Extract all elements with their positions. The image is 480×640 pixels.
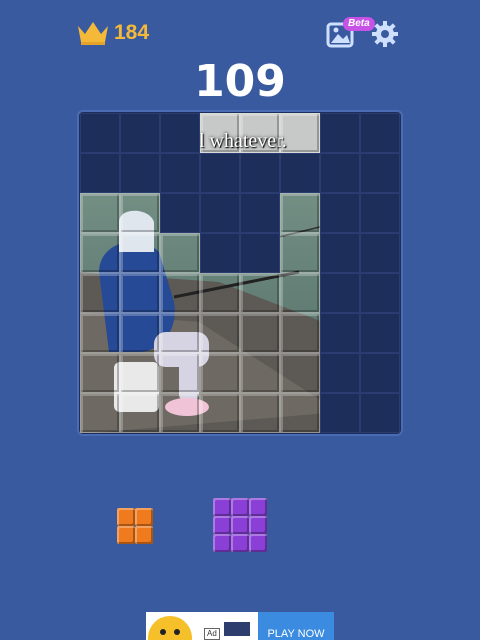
piece-block bbox=[117, 526, 135, 544]
board-cell-empty[interactable] bbox=[360, 153, 400, 193]
board-cell-empty[interactable] bbox=[320, 113, 360, 153]
ad-badge: Ad bbox=[204, 628, 220, 640]
board-cell-empty[interactable] bbox=[200, 153, 240, 193]
board-cell-filled[interactable] bbox=[240, 393, 280, 433]
board-cell-empty[interactable] bbox=[200, 233, 240, 273]
board-cell-filled[interactable] bbox=[80, 313, 120, 353]
ad-play-now-button[interactable]: PLAY NOW bbox=[258, 628, 334, 640]
board-cell-filled[interactable] bbox=[200, 113, 240, 153]
board-cell-empty[interactable] bbox=[120, 153, 160, 193]
game-board[interactable]: l whatever. bbox=[79, 112, 401, 434]
piece-block bbox=[213, 498, 231, 516]
piece-block bbox=[213, 534, 231, 552]
board-cell-filled[interactable] bbox=[200, 313, 240, 353]
board-cell-empty[interactable] bbox=[320, 193, 360, 233]
board-cell-empty[interactable] bbox=[160, 193, 200, 233]
board-cell-filled[interactable] bbox=[80, 233, 120, 273]
board-cell-filled[interactable] bbox=[120, 393, 160, 433]
piece-block bbox=[117, 508, 135, 526]
board-cell-empty[interactable] bbox=[160, 153, 200, 193]
ad-image: Ad bbox=[146, 612, 258, 640]
board-cell-filled[interactable] bbox=[240, 353, 280, 393]
piece-block bbox=[249, 516, 267, 534]
board-cell-filled[interactable] bbox=[120, 193, 160, 233]
board-cell-empty[interactable] bbox=[240, 153, 280, 193]
piece-tray bbox=[0, 480, 480, 580]
board-cell-filled[interactable] bbox=[160, 273, 200, 313]
piece-block bbox=[231, 498, 249, 516]
ad-mascot bbox=[148, 616, 250, 640]
board-cell-empty[interactable] bbox=[360, 313, 400, 353]
board-cell-filled[interactable] bbox=[240, 113, 280, 153]
purple-3x3-piece[interactable] bbox=[213, 498, 267, 552]
board-cell-filled[interactable] bbox=[120, 313, 160, 353]
orange-2x2-piece[interactable] bbox=[117, 508, 153, 544]
board-cell-filled[interactable] bbox=[200, 393, 240, 433]
board-cell-empty[interactable] bbox=[240, 193, 280, 233]
board-cell-empty[interactable] bbox=[320, 393, 360, 433]
ad-banner[interactable]: Ad PLAY NOW bbox=[146, 612, 334, 640]
piece-block bbox=[135, 526, 153, 544]
board-cell-filled[interactable] bbox=[160, 353, 200, 393]
board-cell-empty[interactable] bbox=[320, 153, 360, 193]
board-cell-filled[interactable] bbox=[200, 273, 240, 313]
board-cell-filled[interactable] bbox=[240, 313, 280, 353]
piece-block bbox=[249, 534, 267, 552]
board-cell-filled[interactable] bbox=[200, 353, 240, 393]
board-cell-empty[interactable] bbox=[320, 233, 360, 273]
current-score: 109 bbox=[194, 56, 286, 107]
crown-icon bbox=[78, 22, 108, 45]
board-cell-filled[interactable] bbox=[280, 393, 320, 433]
board-cell-filled[interactable] bbox=[120, 233, 160, 273]
board-cell-filled[interactable] bbox=[280, 233, 320, 273]
board-cell-filled[interactable] bbox=[280, 273, 320, 313]
board-cell-filled[interactable] bbox=[240, 273, 280, 313]
board-cell-empty[interactable] bbox=[360, 193, 400, 233]
piece-block bbox=[135, 508, 153, 526]
board-cell-empty[interactable] bbox=[320, 353, 360, 393]
ad-cta-area[interactable]: PLAY NOW bbox=[258, 612, 334, 640]
board-cell-empty[interactable] bbox=[80, 113, 120, 153]
piece-block bbox=[213, 516, 231, 534]
best-score: 184 bbox=[114, 21, 150, 44]
board-cell-filled[interactable] bbox=[280, 113, 320, 153]
board-cell-filled[interactable] bbox=[160, 233, 200, 273]
board-cell-empty[interactable] bbox=[360, 353, 400, 393]
board-cell-filled[interactable] bbox=[80, 393, 120, 433]
piece-block bbox=[231, 516, 249, 534]
board-cell-empty[interactable] bbox=[360, 273, 400, 313]
board-cell-empty[interactable] bbox=[240, 233, 280, 273]
board-cell-filled[interactable] bbox=[80, 273, 120, 313]
board-cell-filled[interactable] bbox=[160, 313, 200, 353]
board-cell-empty[interactable] bbox=[360, 393, 400, 433]
board-cell-empty[interactable] bbox=[320, 273, 360, 313]
gear-icon[interactable] bbox=[370, 19, 400, 49]
board-cell-filled[interactable] bbox=[280, 313, 320, 353]
board-cell-filled[interactable] bbox=[120, 273, 160, 313]
board-cell-filled[interactable] bbox=[160, 393, 200, 433]
board-cell-filled[interactable] bbox=[80, 193, 120, 233]
board-cell-filled[interactable] bbox=[280, 353, 320, 393]
board-cell-empty[interactable] bbox=[200, 193, 240, 233]
board-cell-empty[interactable] bbox=[160, 113, 200, 153]
board-cell-empty[interactable] bbox=[320, 313, 360, 353]
piece-block bbox=[249, 498, 267, 516]
board-cell-empty[interactable] bbox=[360, 233, 400, 273]
board-cell-filled[interactable] bbox=[80, 353, 120, 393]
board-cell-empty[interactable] bbox=[120, 113, 160, 153]
board-cell-empty[interactable] bbox=[360, 113, 400, 153]
board-cell-filled[interactable] bbox=[280, 193, 320, 233]
board-cell-filled[interactable] bbox=[120, 353, 160, 393]
board-cell-empty[interactable] bbox=[80, 153, 120, 193]
board-cell-empty[interactable] bbox=[280, 153, 320, 193]
piece-block bbox=[231, 534, 249, 552]
